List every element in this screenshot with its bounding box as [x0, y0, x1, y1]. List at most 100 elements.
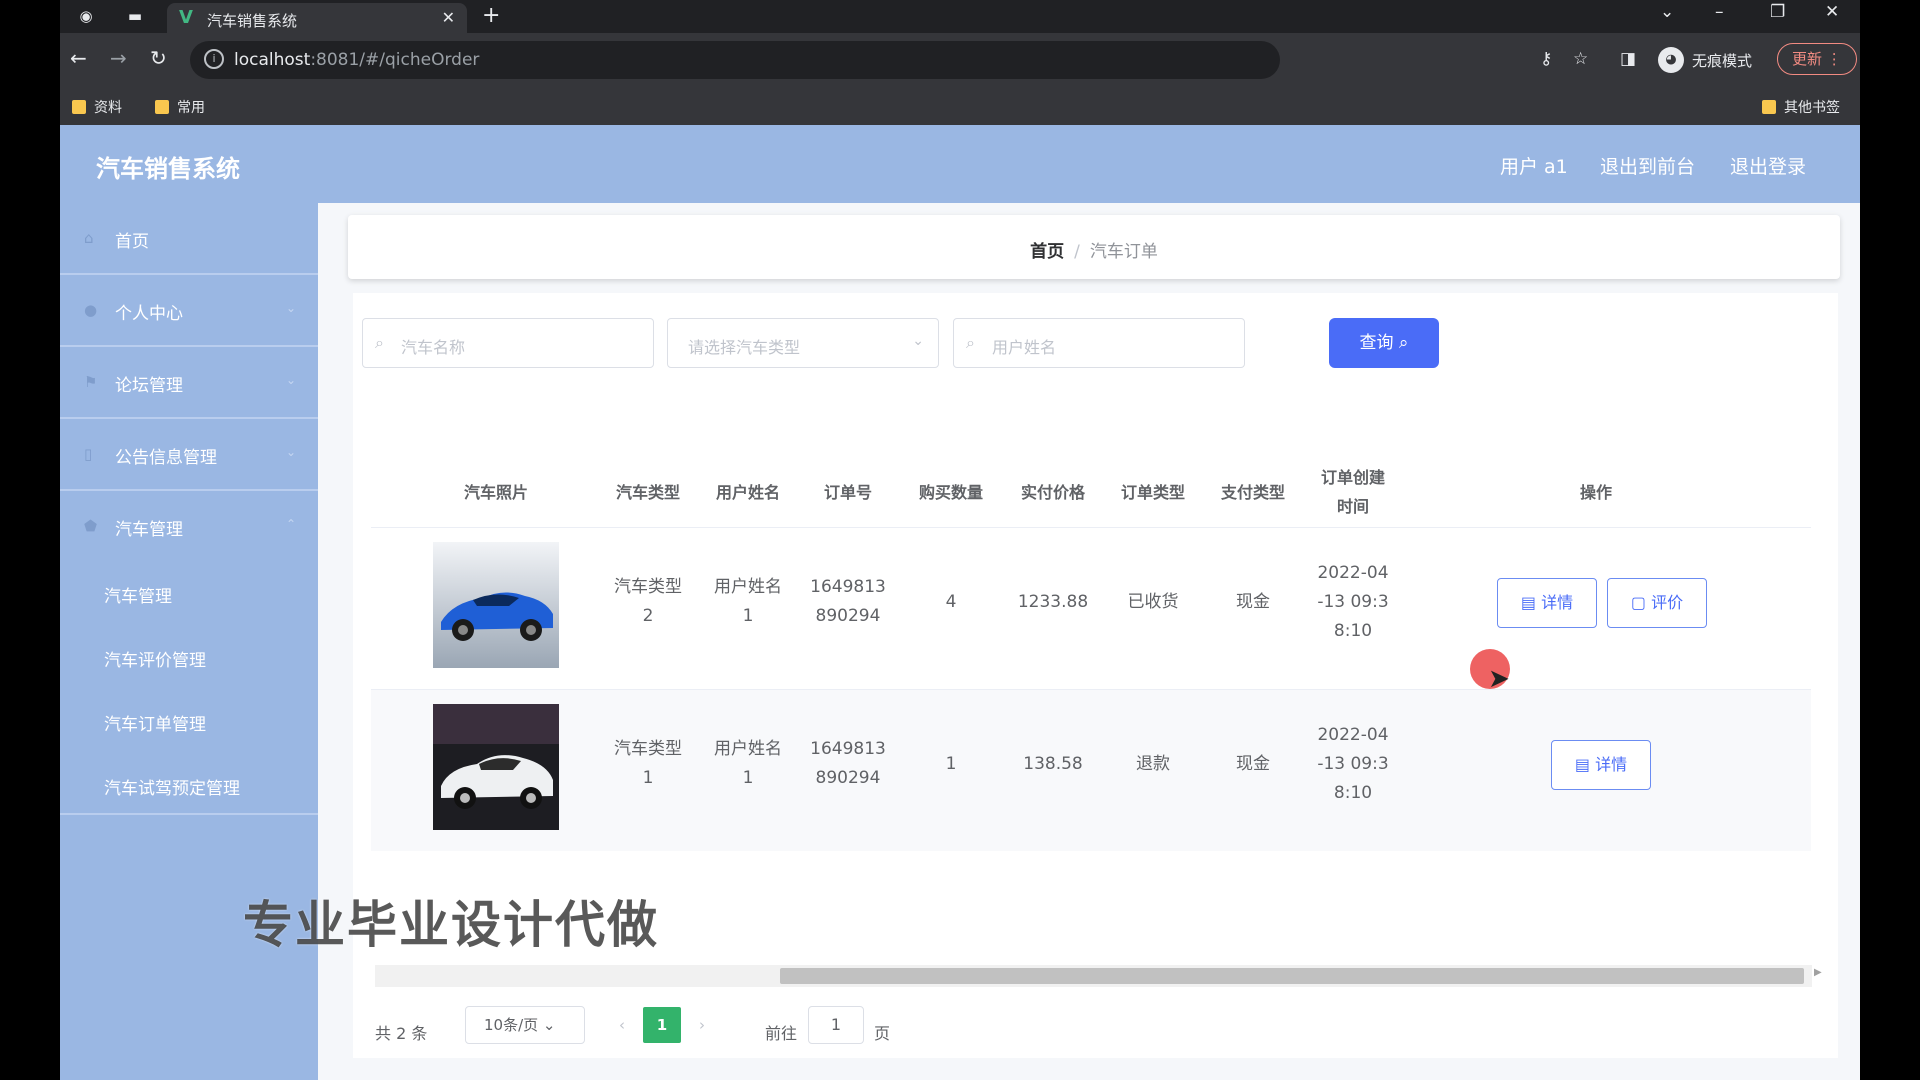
prev-page-icon[interactable]: ‹: [603, 1007, 641, 1043]
horizontal-scrollbar[interactable]: [780, 968, 1804, 984]
app-menu-icon[interactable]: ◉: [76, 6, 96, 26]
back-icon[interactable]: ←: [70, 46, 87, 70]
cell-line: 8:10: [1333, 783, 1373, 803]
cell-line: -13 09:3: [1317, 754, 1389, 774]
sidebar-subitem-review[interactable]: 汽车评价管理: [104, 646, 206, 671]
cell-quantity: 1: [945, 754, 957, 774]
doc-icon: ▯: [84, 445, 93, 463]
tab-close-icon[interactable]: ✕: [442, 8, 455, 27]
cell-price: 1233.88: [1017, 592, 1089, 612]
col-header-created-line1: 订单创建: [1320, 468, 1385, 487]
shield-icon: ⬟: [84, 517, 98, 535]
other-bookmarks[interactable]: 其他书签: [1762, 97, 1840, 117]
bookmark-label: 常用: [177, 100, 205, 116]
col-header-quantity: 购买数量: [918, 483, 983, 502]
star-icon[interactable]: ☆: [1573, 49, 1588, 69]
new-tab-icon[interactable]: +: [482, 3, 500, 28]
page-number[interactable]: 1: [643, 1007, 681, 1043]
chevron-down-icon: ⌄: [285, 445, 296, 459]
app-title: 汽车销售系统: [96, 155, 240, 183]
browser-tab[interactable]: V 汽车销售系统 ✕: [167, 3, 467, 33]
detail-button[interactable]: ▤ 详情: [1551, 740, 1651, 790]
detail-button[interactable]: ▤ 详情: [1497, 578, 1597, 628]
breadcrumb-home[interactable]: 首页: [1030, 242, 1064, 262]
folder-icon: [155, 100, 169, 114]
cell-created: 2022-04 -13 09:3 8:10: [1303, 559, 1403, 646]
cell-line: 890294: [815, 606, 881, 626]
sidebar-item-profile[interactable]: ● 个人中心 ⌄: [60, 275, 318, 347]
cell-order-type: 已收货: [1127, 592, 1179, 612]
cell-order-no: 1649813 890294: [798, 735, 898, 793]
screen: ◉ ▬ V 汽车销售系统 ✕ + ⌄ – ❐ ✕ ← → ↻ i localho…: [60, 0, 1860, 1080]
key-icon[interactable]: ⚷: [1540, 49, 1552, 69]
user-name-input[interactable]: ⌕ 用户姓名: [953, 318, 1245, 368]
car-name-input[interactable]: ⌕ 汽车名称: [362, 318, 654, 368]
chevron-up-icon: ⌃: [285, 517, 296, 531]
goto-page-input[interactable]: 1: [808, 1006, 864, 1044]
forward-icon[interactable]: →: [110, 46, 127, 70]
page-unit-label: 页: [874, 1024, 891, 1043]
user-icon: ●: [84, 301, 98, 319]
cell-car-type: 汽车类型 1: [603, 735, 693, 793]
sidebar-subitem-car[interactable]: 汽车管理: [104, 582, 172, 607]
url-host: localhost: [234, 50, 311, 70]
review-button[interactable]: ▢ 评价: [1607, 578, 1707, 628]
cell-pay-type: 现金: [1236, 592, 1270, 612]
sidebar-item-label: 公告信息管理: [115, 448, 217, 468]
cell-line: 汽车类型: [614, 739, 682, 759]
col-header-order-type: 订单类型: [1120, 483, 1185, 502]
sidebar-subitem-testdrive[interactable]: 汽车试驾预定管理: [104, 774, 240, 799]
url-text[interactable]: localhost:8081/#/qicheOrder: [234, 50, 479, 70]
car-type-placeholder: 请选择汽车类型: [688, 338, 801, 357]
cell-line: 1649813: [810, 577, 886, 597]
scroll-right-icon[interactable]: ▶: [1814, 967, 1822, 978]
reload-icon[interactable]: ↻: [150, 46, 167, 70]
page-size-select[interactable]: 10条/页 ⌄: [465, 1006, 585, 1044]
col-header-created: 订单创建 时间: [1303, 463, 1403, 521]
cell-created: 2022-04 -13 09:3 8:10: [1303, 721, 1403, 808]
col-header-order-no: 订单号: [823, 483, 872, 502]
cell-line: 1: [742, 768, 754, 788]
sidebar-item-label: 首页: [115, 232, 149, 252]
sidebar-item-label: 论坛管理: [115, 376, 183, 396]
tab-grid-icon[interactable]: ▬: [125, 6, 145, 26]
tab-search-icon[interactable]: ⌄: [1660, 2, 1674, 22]
next-page-icon[interactable]: ›: [683, 1007, 721, 1043]
car-name-placeholder: 汽车名称: [401, 338, 466, 357]
bookmark-label: 资料: [94, 100, 122, 116]
sidepanel-icon[interactable]: ◨: [1620, 49, 1636, 69]
restore-icon[interactable]: ❐: [1770, 2, 1785, 22]
col-header-car-type: 汽车类型: [615, 483, 680, 502]
user-name-placeholder: 用户姓名: [992, 338, 1057, 357]
cell-line: 2: [642, 606, 654, 626]
breadcrumb-text: 首页 / 汽车订单: [348, 237, 1840, 262]
bookmark-folder[interactable]: 资料: [72, 97, 122, 117]
folder-icon: [1762, 100, 1776, 114]
cell-line: 890294: [815, 768, 881, 788]
sidebar-item-home[interactable]: ⌂ 首页: [60, 203, 318, 275]
logout-link[interactable]: 退出登录: [1730, 152, 1806, 179]
cell-line: 1: [742, 606, 754, 626]
query-button[interactable]: 查询 ⌕: [1329, 318, 1439, 368]
back-to-front-link[interactable]: 退出到前台: [1600, 152, 1695, 179]
bookmark-folder[interactable]: 常用: [155, 97, 205, 117]
incognito-indicator[interactable]: ◕ 无痕模式: [1658, 41, 1752, 79]
sidebar-subitem-order[interactable]: 汽车订单管理: [104, 710, 206, 735]
search-icon: ⌕: [375, 333, 384, 352]
home-icon: ⌂: [84, 229, 94, 247]
site-info-icon[interactable]: i: [204, 49, 224, 69]
update-button[interactable]: 更新 ⋮: [1777, 43, 1857, 75]
sidebar-item-car[interactable]: ⬟ 汽车管理 ⌃: [60, 491, 318, 563]
table-row: 汽车类型 1 用户姓名 1 1649813 890294 1 138.58 退款…: [371, 689, 1811, 851]
address-bar[interactable]: i localhost:8081/#/qicheOrder: [190, 41, 1280, 79]
window-close-icon[interactable]: ✕: [1825, 2, 1839, 22]
sidebar-item-notice[interactable]: ▯ 公告信息管理 ⌄: [60, 419, 318, 491]
minimize-icon[interactable]: –: [1715, 2, 1724, 22]
sidebar-item-forum[interactable]: ⚑ 论坛管理 ⌄: [60, 347, 318, 419]
breadcrumb-current: 汽车订单: [1089, 242, 1158, 262]
page-size-label: 10条/页: [484, 1016, 539, 1034]
bookmarks-bar: 资料 常用 其他书签: [60, 87, 1860, 125]
breadcrumb-separator: /: [1074, 242, 1080, 262]
car-type-select[interactable]: 请选择汽车类型 ⌄: [667, 318, 939, 368]
bookmark-label: 其他书签: [1784, 100, 1840, 116]
